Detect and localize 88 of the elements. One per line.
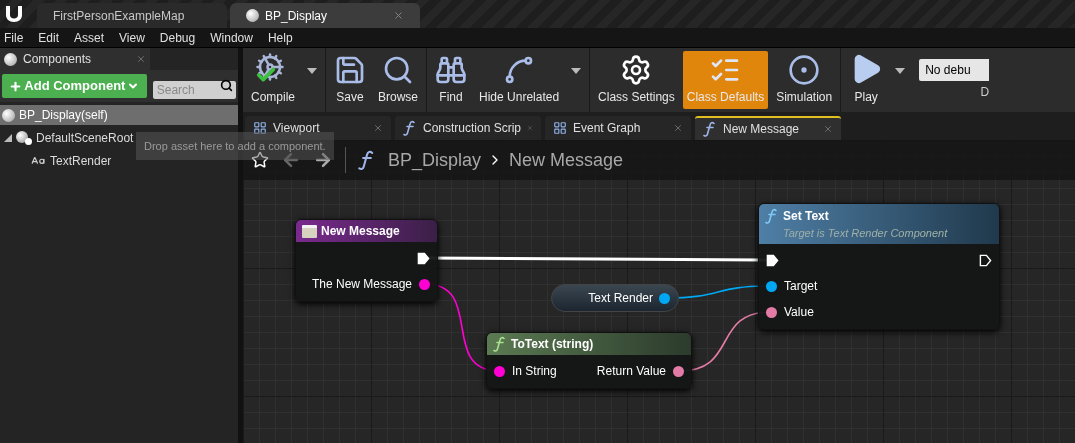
toolbar-button[interactable]: Simulation [772,51,837,109]
toolbar-button[interactable]: Save [330,51,370,109]
close-icon[interactable] [136,54,146,64]
tab-label: Construction Scrip [423,120,522,137]
function-icon [403,120,417,136]
function-icon [358,149,376,171]
data-pin[interactable] [659,292,670,304]
tree-item-label: TextRender [50,153,112,170]
binoculars-icon [435,54,468,86]
debug-filter-label: D [980,84,990,101]
dropdown-caret-icon[interactable] [895,68,906,74]
search-icon [220,79,233,92]
graph-node[interactable]: ToText (string) In String Return Value [486,332,692,389]
dropdown-caret-icon[interactable] [307,68,317,74]
pin-label: Value [784,304,814,321]
exec-pin[interactable] [766,253,779,267]
plus-icon [9,79,23,93]
search-field[interactable]: Search [152,81,236,99]
graph-tab[interactable]: Viewport [245,116,391,140]
pin-label: In String [512,363,557,380]
menu-item[interactable]: Window [210,28,253,47]
close-icon[interactable] [823,124,833,134]
function-icon [703,121,717,137]
graph-tab[interactable]: Event Graph [545,116,691,140]
toolbar-button[interactable]: Class Settings [594,51,679,109]
toolbar-button[interactable]: Compile [247,51,299,109]
debug-filter-dropdown[interactable]: No debu [919,59,990,81]
close-icon[interactable] [393,10,404,21]
expand-arrow-icon[interactable] [4,134,12,142]
breadcrumb-item[interactable]: New Message [509,146,624,174]
tree-item[interactable]: TextRender [0,151,114,171]
graph-node[interactable]: Set Text Target is Text Render Component Target Value [758,203,1000,330]
drop-hint-tooltip: Drop asset here to add a component. [136,132,334,160]
data-pin[interactable] [766,280,777,292]
tree-item-label: BP_Display(self) [19,107,108,124]
grid-icon [253,121,267,135]
toolbar-button[interactable]: Find [431,51,472,109]
panel-title: Components [23,51,93,68]
exec-pin[interactable] [979,253,992,267]
breadcrumb-item[interactable]: BP_Display [388,146,482,174]
menu-item[interactable]: Help [267,28,293,47]
node-subtitle: Target is Text Render Component [782,225,949,241]
menu-item[interactable]: File [4,28,24,47]
graph-icon [553,121,567,135]
menu-item[interactable]: View [119,28,145,47]
graph-tab[interactable]: Construction Scrip [395,116,541,140]
data-pin[interactable] [494,365,505,377]
exec-pin[interactable] [417,251,430,265]
function-icon [765,207,779,224]
node-title: New Message [321,223,400,240]
close-icon[interactable] [373,123,383,133]
graph-node[interactable]: New Message The New Message [295,219,438,302]
data-pin[interactable] [673,365,684,377]
menu-item[interactable]: Edit [38,28,60,47]
pin-label: Target [784,278,818,295]
document-tab[interactable]: FirstPersonExampleMap [37,3,227,28]
close-icon[interactable] [673,123,683,133]
spheres-icon [16,131,32,145]
tab-label: BP_Display [265,7,329,25]
tab-label: Event Graph [573,120,642,137]
pin-label: The New Message [311,276,412,293]
tab-label: FirstPersonExampleMap [53,7,186,25]
tree-item[interactable]: DefaultSceneRoot [0,128,136,148]
toolbar-button[interactable]: Hide Unrelated [475,51,564,109]
document-tab[interactable]: BP_Display [230,3,420,28]
node-title: Text Render [588,290,653,307]
event-icon [302,224,317,238]
component-icon [4,52,17,66]
data-pin[interactable] [766,306,777,318]
data-pin[interactable] [419,278,430,290]
variable-node[interactable]: Text Render [551,284,679,312]
pin-label: Return Value [596,363,666,380]
save-icon [334,54,366,86]
tree-item[interactable]: BP_Display(self) [0,105,238,125]
graph-tab[interactable]: New Message [695,116,841,140]
node-title: Set Text [783,207,829,225]
star-icon[interactable] [251,151,269,169]
menu-item[interactable]: Debug [159,28,196,47]
panel-tab[interactable]: Components [0,48,150,70]
menu-item[interactable]: Asset [74,28,105,47]
toolbar-button[interactable]: Browse [374,51,423,109]
node-title: ToText (string) [511,336,594,353]
tree-item-label: DefaultSceneRoot [36,130,134,147]
tab-label: New Message [723,121,801,138]
toolbar-button[interactable]: Play [845,51,888,109]
search-icon [382,54,414,86]
function-icon [493,336,507,352]
dropdown-caret-icon[interactable] [571,68,582,74]
